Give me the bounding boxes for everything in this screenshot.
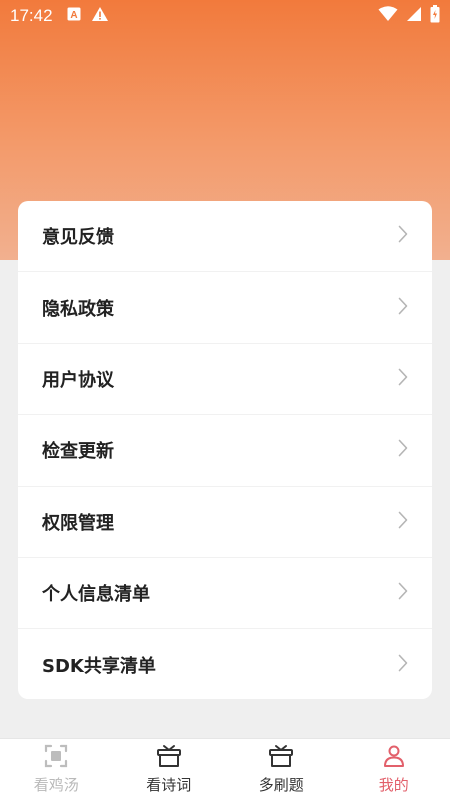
chevron-right-icon xyxy=(398,297,408,319)
menu-item-personal-info-list[interactable]: 个人信息清单 xyxy=(18,558,432,630)
svg-text:A: A xyxy=(70,10,77,21)
menu-item-privacy-policy[interactable]: 隐私政策 xyxy=(18,272,432,344)
wifi-icon xyxy=(378,5,398,27)
a-box-icon: A xyxy=(67,6,81,26)
menu-item-feedback[interactable]: 意见反馈 xyxy=(18,201,432,273)
menu-item-label: 权限管理 xyxy=(42,512,114,534)
menu-item-label: 隐私政策 xyxy=(42,298,114,320)
status-bar: 17:42 A xyxy=(0,0,450,32)
scan-frame-icon xyxy=(44,744,68,772)
menu-item-check-update[interactable]: 检查更新 xyxy=(18,415,432,487)
tab-label: 多刷题 xyxy=(258,776,304,794)
chevron-right-icon xyxy=(398,582,408,604)
gift-box-icon xyxy=(156,744,182,772)
chevron-right-icon xyxy=(398,368,408,390)
tab-label: 看鸡汤 xyxy=(33,776,79,794)
battery-icon xyxy=(430,4,440,28)
menu-item-label: 意见反馈 xyxy=(42,227,114,249)
chevron-right-icon xyxy=(398,511,408,533)
chevron-right-icon xyxy=(398,654,408,676)
menu-item-sdk-sharing-list[interactable]: SDK共享清单 xyxy=(18,629,432,699)
menu-item-label: 个人信息清单 xyxy=(42,584,150,606)
chevron-right-icon xyxy=(398,225,408,247)
user-icon xyxy=(382,744,406,772)
status-time: 17:42 xyxy=(10,6,53,25)
menu-item-label: SDK共享清单 xyxy=(42,656,156,678)
tab-chicken-soup[interactable]: 看鸡汤 xyxy=(0,739,113,800)
tab-label: 我的 xyxy=(378,776,409,794)
chevron-right-icon xyxy=(398,439,408,461)
warning-icon xyxy=(91,6,109,27)
tab-poetry[interactable]: 看诗词 xyxy=(113,739,226,800)
menu-item-user-agreement[interactable]: 用户协议 xyxy=(18,344,432,416)
menu-item-label: 检查更新 xyxy=(42,441,114,463)
signal-icon xyxy=(406,6,422,27)
tab-label: 看诗词 xyxy=(146,776,192,794)
tab-mine[interactable]: 我的 xyxy=(338,739,450,800)
tab-quiz[interactable]: 多刷题 xyxy=(225,739,338,800)
menu-item-label: 用户协议 xyxy=(42,369,114,391)
bottom-tab-bar: 看鸡汤 看诗词 多刷题 我的 xyxy=(0,738,450,800)
menu-item-permission-management[interactable]: 权限管理 xyxy=(18,487,432,558)
gift-box-icon xyxy=(268,744,294,772)
settings-menu-card: 意见反馈 隐私政策 用户协议 检查更新 权限管理 个人信息清单 SDK共享清单 xyxy=(18,201,432,699)
